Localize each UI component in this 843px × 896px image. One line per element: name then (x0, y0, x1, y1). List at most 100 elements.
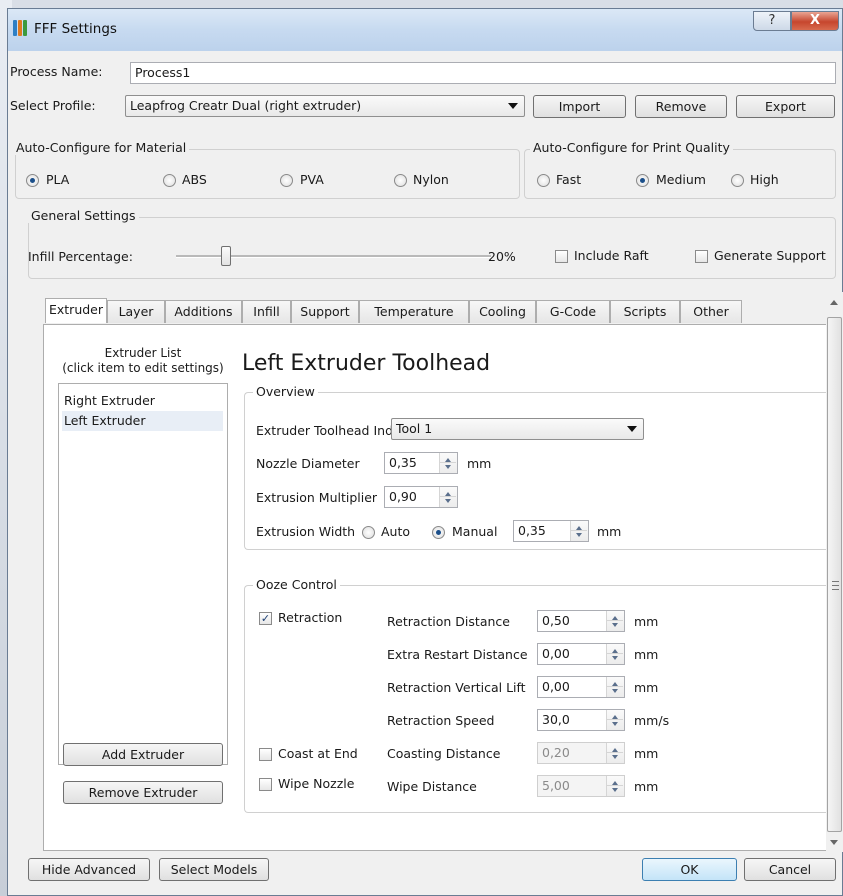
tab-support[interactable]: Support (291, 300, 359, 323)
width-manual-label: Manual (452, 524, 498, 539)
radio-abs[interactable] (163, 174, 176, 187)
overview-title: Overview (253, 384, 318, 399)
radio-width-auto[interactable] (362, 526, 375, 539)
retraction-speed-spinbox[interactable]: 30,0 (537, 709, 625, 731)
extruder-listbox[interactable]: Right Extruder Left Extruder (58, 383, 228, 765)
quality-option-medium: Medium (656, 172, 706, 187)
extrusion-width-unit: mm (597, 524, 622, 539)
infill-slider-handle[interactable] (221, 246, 231, 266)
tab-other[interactable]: Other (680, 300, 742, 323)
tab-extruder[interactable]: Extruder (45, 298, 107, 323)
wipe-distance-spinbox[interactable]: 5,00 (537, 775, 625, 797)
extrusion-width-spinbox[interactable]: 0,35 (513, 520, 589, 542)
material-group-title: Auto-Configure for Material (13, 140, 190, 155)
hide-advanced-button[interactable]: Hide Advanced (28, 858, 150, 881)
process-name-label: Process Name: (10, 64, 103, 79)
tab-infill[interactable]: Infill (242, 300, 291, 323)
coast-at-end-label: Coast at End (278, 746, 358, 761)
scrollbar-thumb[interactable] (827, 317, 842, 832)
spin-arrows-icon[interactable] (606, 710, 624, 730)
retraction-label: Retraction (278, 610, 343, 625)
spin-arrows-icon[interactable] (606, 644, 624, 664)
process-name-input[interactable]: Process1 (130, 62, 836, 84)
tab-temperature[interactable]: Temperature (359, 300, 469, 323)
ooze-control-title: Ooze Control (253, 577, 340, 592)
extruder-heading: Left Extruder Toolhead (242, 351, 491, 376)
spin-arrows-icon[interactable] (439, 487, 457, 507)
coast-at-end-checkbox[interactable] (259, 748, 272, 761)
spin-arrows-icon[interactable] (606, 743, 624, 763)
help-button[interactable]: ? (753, 11, 791, 31)
infill-percentage-value: 20% (488, 249, 516, 264)
ok-button[interactable]: OK (642, 858, 737, 881)
retraction-distance-unit: mm (634, 614, 659, 629)
tab-layer[interactable]: Layer (107, 300, 165, 323)
scroll-down-icon[interactable] (830, 840, 838, 845)
tab-cooling[interactable]: Cooling (469, 300, 536, 323)
nozzle-diameter-value: 0,35 (389, 455, 417, 470)
generate-support-checkbox[interactable] (695, 250, 708, 263)
width-auto-label: Auto (381, 524, 411, 539)
nozzle-diameter-spinbox[interactable]: 0,35 (384, 452, 458, 474)
select-models-button[interactable]: Select Models (159, 858, 269, 881)
nozzle-diameter-unit: mm (467, 456, 492, 471)
quality-group: Auto-Configure for Print Quality Fast Me… (524, 140, 836, 199)
settings-window: FFF Settings ? X Process Name: Process1 … (7, 8, 843, 896)
extruder-list-title-line2: (click item to edit settings) (62, 361, 224, 375)
retraction-distance-spinbox[interactable]: 0,50 (537, 610, 625, 632)
cancel-button[interactable]: Cancel (744, 858, 836, 881)
spin-arrows-icon[interactable] (606, 611, 624, 631)
toolhead-index-select[interactable]: Tool 1 (391, 418, 644, 440)
retraction-distance-value: 0,50 (542, 613, 570, 628)
add-extruder-button[interactable]: Add Extruder (63, 743, 223, 766)
radio-high[interactable] (731, 174, 744, 187)
coasting-distance-spinbox[interactable]: 0,20 (537, 742, 625, 764)
nozzle-diameter-label: Nozzle Diameter (256, 456, 360, 471)
select-profile-label: Select Profile: (10, 98, 96, 113)
vertical-scrollbar[interactable] (826, 292, 843, 852)
retraction-speed-unit: mm/s (634, 713, 670, 728)
remove-button[interactable]: Remove (635, 95, 727, 118)
coasting-distance-value: 0,20 (542, 745, 570, 760)
spin-arrows-icon[interactable] (606, 677, 624, 697)
retraction-vertical-lift-spinbox[interactable]: 0,00 (537, 676, 625, 698)
remove-extruder-button[interactable]: Remove Extruder (63, 781, 223, 804)
extra-restart-distance-unit: mm (634, 647, 659, 662)
quality-group-title: Auto-Configure for Print Quality (530, 140, 733, 155)
grip-icon (832, 581, 839, 590)
spin-arrows-icon[interactable] (439, 453, 457, 473)
extrusion-multiplier-label: Extrusion Multiplier (256, 490, 378, 505)
chevron-down-icon (627, 426, 637, 432)
close-button[interactable]: X (791, 11, 839, 31)
radio-fast[interactable] (537, 174, 550, 187)
list-item-right-extruder[interactable]: Right Extruder (64, 391, 155, 411)
tab-gcode[interactable]: G-Code (536, 300, 610, 323)
toolhead-index-label: Extruder Toolhead Index (256, 423, 408, 438)
scroll-up-icon[interactable] (830, 300, 838, 305)
extrusion-multiplier-spinbox[interactable]: 0,90 (384, 486, 458, 508)
tab-additions[interactable]: Additions (165, 300, 242, 323)
extra-restart-distance-spinbox[interactable]: 0,00 (537, 643, 625, 665)
profile-select[interactable]: Leapfrog Creatr Dual (right extruder) (125, 95, 525, 117)
spin-arrows-icon[interactable] (606, 776, 624, 796)
radio-width-manual[interactable] (432, 526, 445, 539)
export-button[interactable]: Export (736, 95, 835, 118)
radio-medium[interactable] (636, 174, 649, 187)
wipe-distance-label: Wipe Distance (387, 779, 477, 794)
tab-scripts[interactable]: Scripts (610, 300, 680, 323)
retraction-checkbox[interactable]: ✓ (259, 612, 272, 625)
wipe-nozzle-checkbox[interactable] (259, 778, 272, 791)
import-button[interactable]: Import (533, 95, 626, 118)
extra-restart-distance-value: 0,00 (542, 646, 570, 661)
include-raft-checkbox[interactable] (555, 250, 568, 263)
radio-nylon[interactable] (394, 174, 407, 187)
wipe-distance-value: 5,00 (542, 778, 570, 793)
spin-arrows-icon[interactable] (570, 521, 588, 541)
wipe-distance-unit: mm (634, 779, 659, 794)
window-title: FFF Settings (34, 21, 117, 37)
radio-pla[interactable] (26, 174, 39, 187)
list-item-left-extruder[interactable]: Left Extruder (62, 411, 223, 431)
title-bar[interactable]: FFF Settings ? X (8, 9, 842, 51)
retraction-speed-label: Retraction Speed (387, 713, 495, 728)
radio-pva[interactable] (280, 174, 293, 187)
